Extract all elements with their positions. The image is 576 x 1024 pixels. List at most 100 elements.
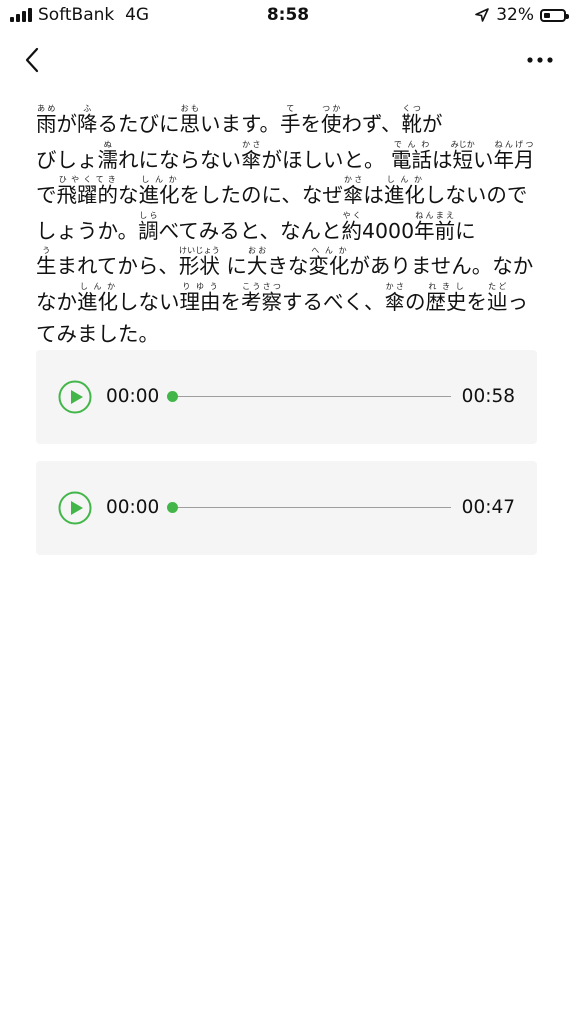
ruby-base: 雨 <box>36 112 57 136</box>
article-line: てみました。 <box>36 317 542 353</box>
ruby-base: 形状 <box>178 254 220 278</box>
text-segment: なか <box>36 289 77 314</box>
ruby-reading: しら <box>138 210 159 220</box>
ruby-word: 歴史れきし <box>425 282 467 314</box>
ruby-word: 降ふ <box>77 105 98 137</box>
ruby-base: 濡 <box>97 147 119 172</box>
article-body: 雨あめが降ふるたびに思おもいます。手てを使つかわず、靴くつが びしょ濡ぬれにならな… <box>36 104 542 353</box>
ruby-base: 進化 <box>77 289 118 314</box>
ruby-reading: でんわ <box>391 139 433 149</box>
ruby-reading: みじか <box>450 139 475 149</box>
ruby-reading: りゆう <box>179 281 221 291</box>
text-segment: に <box>219 254 247 278</box>
audio-progress-track[interactable] <box>167 391 451 402</box>
text-segment: い <box>473 147 494 172</box>
ruby-reading: たど <box>487 281 508 291</box>
nav-bar <box>0 34 576 84</box>
audio-progress-knob[interactable] <box>167 391 178 402</box>
text-segment: しない <box>118 289 180 314</box>
ruby-base: 辿 <box>487 289 508 314</box>
text-segment: びしょ <box>36 147 98 172</box>
ruby-base: 思 <box>179 112 201 136</box>
article-line: なか進化しんかしない理由りゆうを考察こうさつするべく、傘かさの歴史れきしを辿たど… <box>36 282 542 318</box>
ruby-base: 靴 <box>401 112 423 136</box>
ruby-base: 傘 <box>384 289 406 314</box>
text-segment: を <box>300 112 321 136</box>
ruby-word: 雨あめ <box>36 105 57 137</box>
ruby-word: 辿たど <box>487 282 508 314</box>
ruby-word: 年月ねんげつ <box>494 140 535 172</box>
audio-duration: 00:47 <box>461 497 515 518</box>
ruby-reading: あめ <box>36 104 57 113</box>
text-segment: を <box>466 289 488 314</box>
text-segment: います。 <box>200 112 280 136</box>
ruby-word: 手て <box>280 105 301 137</box>
ruby-base: 短 <box>450 147 475 172</box>
text-segment: べてみると、なんと <box>158 218 342 243</box>
ruby-word: 進化しんか <box>383 176 425 208</box>
ruby-reading: ぬ <box>97 139 119 149</box>
ruby-reading: う <box>36 246 57 255</box>
text-segment: に <box>455 218 476 243</box>
ruby-base: 年前 <box>414 218 456 243</box>
ruby-word: 傘かさ <box>343 176 364 208</box>
text-segment: きな <box>267 254 309 278</box>
ruby-word: 約やく <box>341 211 362 243</box>
ruby-word: 傘かさ <box>241 140 262 172</box>
ruby-reading: やく <box>341 210 362 220</box>
text-segment: するべく、 <box>282 289 385 314</box>
ruby-base: 大 <box>246 254 268 278</box>
back-button[interactable] <box>14 42 50 78</box>
ruby-word: 飛躍的ひやくてき <box>57 176 119 208</box>
ruby-word: 考察こうさつ <box>241 282 282 314</box>
ruby-word: 大おお <box>246 247 268 279</box>
ruby-word: 傘かさ <box>384 282 406 314</box>
ruby-base: 進化 <box>138 183 180 207</box>
ruby-word: 短みじか <box>450 140 475 172</box>
ruby-reading: つか <box>320 104 342 113</box>
ruby-word: 理由りゆう <box>179 282 221 314</box>
audio-progress-knob[interactable] <box>167 502 178 513</box>
audio-progress-track[interactable] <box>167 502 451 513</box>
audio-current-time: 00:00 <box>106 386 160 407</box>
article-line: で飛躍的ひやくてきな進化しんかをしたのに、なぜ傘かさは進化しんかしないので <box>36 175 542 211</box>
text-segment: の <box>405 289 426 314</box>
ruby-reading: へんか <box>308 246 350 255</box>
audio-current-time: 00:00 <box>106 497 160 518</box>
ruby-base: 考察 <box>241 289 282 314</box>
more-options-button[interactable] <box>522 42 558 78</box>
text-segment: しないので <box>424 183 528 207</box>
ruby-base: 変化 <box>308 254 350 278</box>
text-segment: は <box>432 147 453 172</box>
ruby-word: 濡ぬ <box>97 140 119 172</box>
play-circle-icon[interactable] <box>58 491 92 525</box>
ruby-reading: かさ <box>241 139 262 149</box>
text-segment: まれてから、 <box>56 254 179 278</box>
ruby-word: 形状けいじょう <box>178 247 220 279</box>
ruby-word: 靴くつ <box>401 105 423 137</box>
text-segment: は <box>363 183 384 207</box>
audio-player: 00:00 00:58 <box>36 350 537 444</box>
text-segment: を <box>220 289 242 314</box>
text-segment: っ <box>507 289 529 314</box>
text-segment: がありません。なか <box>349 254 534 278</box>
battery-percent: 32% <box>496 5 534 25</box>
ruby-word: 調しら <box>138 211 159 243</box>
ruby-word: 進化しんか <box>77 282 118 314</box>
ruby-reading: ねんまえ <box>414 210 456 220</box>
ruby-base: 傘 <box>241 147 262 172</box>
ruby-word: 思おも <box>179 105 201 137</box>
text-segment: が <box>56 112 78 136</box>
location-arrow-icon <box>475 8 490 22</box>
play-circle-icon[interactable] <box>58 380 92 414</box>
ruby-reading: て <box>279 104 301 113</box>
audio-duration: 00:58 <box>461 386 515 407</box>
ruby-base: 歴史 <box>425 289 467 314</box>
text-segment: をしたのに、なぜ <box>179 183 343 207</box>
ruby-reading: おも <box>179 104 201 113</box>
ruby-base: 理由 <box>179 289 221 314</box>
ruby-base: 調 <box>138 218 159 243</box>
ruby-base: 電話 <box>391 147 433 172</box>
ruby-base: 進化 <box>383 183 425 207</box>
ruby-reading: こうさつ <box>241 281 282 291</box>
